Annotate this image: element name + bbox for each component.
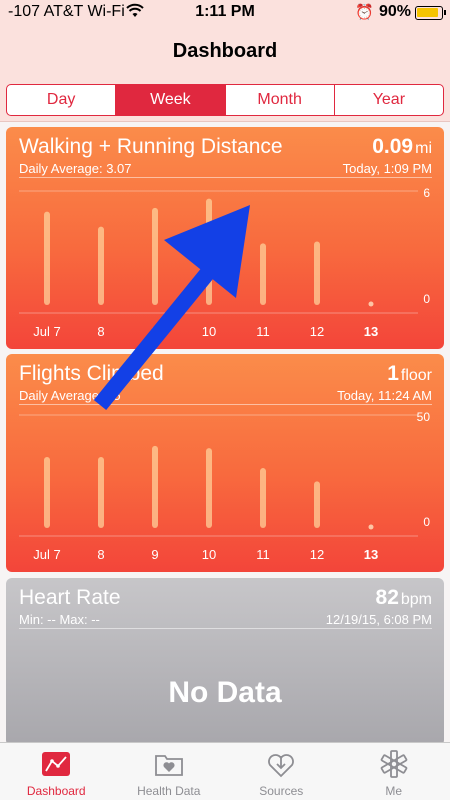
download-heart-icon — [268, 754, 295, 778]
tab-label: Me — [385, 784, 403, 798]
medical-star-icon — [380, 750, 408, 778]
tab-medical-id[interactable]: Me — [338, 743, 450, 800]
tab-bar: Dashboard Health Data Sources Me — [0, 742, 450, 800]
folder-heart-icon — [154, 755, 183, 776]
tab-health-data[interactable]: Health Data — [113, 743, 226, 800]
tab-sources[interactable]: Sources — [225, 743, 338, 800]
tab-label: Sources — [259, 784, 304, 798]
tab-dashboard[interactable]: Dashboard — [0, 743, 113, 800]
tab-label: Health Data — [137, 784, 201, 798]
chart-icon — [42, 752, 71, 776]
tab-label: Dashboard — [26, 784, 86, 798]
annotation-arrow — [93, 205, 250, 411]
